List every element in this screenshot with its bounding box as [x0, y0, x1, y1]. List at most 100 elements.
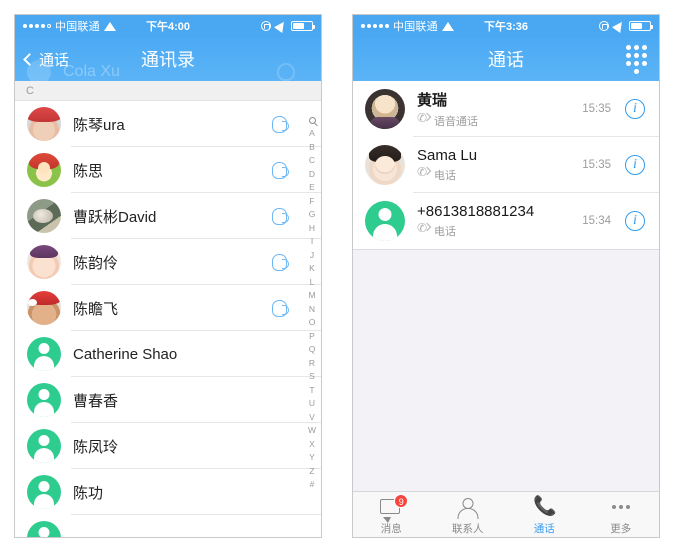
avatar: [27, 337, 61, 371]
alphabet-index-strip[interactable]: A B C D E F G H I J K L M N O P Q R S T: [305, 117, 319, 492]
index-letter[interactable]: N: [309, 303, 315, 317]
headset-icon[interactable]: [272, 207, 289, 225]
index-letter[interactable]: R: [309, 357, 315, 371]
nav-bar-contacts: Cola Xu 通话 通讯录: [15, 37, 321, 81]
status-bar-right-group: [599, 19, 653, 33]
index-letter[interactable]: D: [309, 168, 315, 182]
call-list[interactable]: 黄瑞 语音通话 15:35 i Sama Lu: [353, 81, 659, 250]
contact-row[interactable]: 陈功: [15, 469, 321, 515]
index-letter[interactable]: V: [309, 411, 315, 425]
status-bar-left: 中国联通 下午4:00: [15, 15, 321, 37]
nav-bar-calls: 通话: [353, 37, 659, 81]
tab-label: 消息: [380, 522, 402, 535]
search-icon[interactable]: [308, 117, 316, 124]
outgoing-call-icon: [417, 112, 429, 127]
call-time: 15:35: [582, 103, 611, 115]
battery-icon: [291, 21, 315, 31]
dialpad-icon[interactable]: [626, 44, 647, 74]
contacts-screen: 中国联通 下午4:00 Cola Xu 通话 通讯录 C 陈琴ura 陈思 曹跃…: [14, 14, 322, 538]
unread-badge: 9: [394, 493, 409, 508]
caller-name: 黄瑞: [417, 92, 448, 109]
call-row[interactable]: Sama Lu 电话 15:35 i: [353, 137, 659, 193]
index-letter[interactable]: T: [309, 384, 314, 398]
index-letter[interactable]: X: [309, 438, 315, 452]
tab-contacts[interactable]: 联系人: [430, 492, 507, 537]
wifi-icon: [441, 21, 454, 31]
wifi-icon: [103, 21, 116, 31]
index-letter[interactable]: U: [309, 397, 315, 411]
index-letter[interactable]: K: [309, 262, 315, 276]
status-bar-left-group: 中国联通: [361, 18, 454, 34]
avatar: [365, 145, 405, 185]
contact-row[interactable]: 陈韵伶: [15, 239, 321, 285]
call-time: 15:34: [582, 215, 611, 227]
info-icon[interactable]: i: [625, 211, 645, 231]
index-letter[interactable]: C: [309, 154, 315, 168]
headset-icon[interactable]: [272, 161, 289, 179]
contact-row[interactable]: Catherine Shao: [15, 331, 321, 377]
contact-row[interactable]: 曹跃彬David: [15, 193, 321, 239]
contact-row[interactable]: 曹春香: [15, 377, 321, 423]
page-title: 通讯录: [141, 50, 195, 70]
headset-icon[interactable]: [272, 115, 289, 133]
index-letter[interactable]: I: [311, 235, 313, 249]
index-letter[interactable]: O: [309, 316, 316, 330]
headset-icon[interactable]: [272, 299, 289, 317]
call-log-screen: 中国联通 下午3:36 通话 黄瑞 ✆ 语音通话 15:35 i Sama Lu…: [352, 14, 660, 538]
index-letter[interactable]: B: [309, 141, 315, 155]
message-icon: 9: [380, 493, 409, 518]
index-letter[interactable]: A: [309, 127, 315, 141]
index-letter[interactable]: F: [309, 195, 314, 209]
call-type-row: 电话: [417, 222, 534, 239]
avatar: [365, 201, 405, 241]
location-arrow-icon: [612, 19, 626, 33]
headset-icon[interactable]: [272, 253, 289, 271]
contacts-icon: [457, 496, 479, 518]
index-letter[interactable]: J: [310, 249, 314, 263]
contact-name: 曹春香: [73, 392, 119, 410]
carrier-label: 中国联通: [393, 21, 438, 33]
contact-row-partial[interactable]: [15, 515, 321, 537]
outgoing-call-icon: [417, 222, 429, 237]
contact-row[interactable]: 陈思: [15, 147, 321, 193]
rotation-lock-icon: [261, 21, 271, 31]
contact-row[interactable]: 陈凤玲: [15, 423, 321, 469]
call-row[interactable]: +8613818881234 电话 15:34 i: [353, 193, 659, 249]
rotation-lock-icon: [599, 21, 609, 31]
tab-calls[interactable]: 📞 通话: [506, 492, 583, 537]
info-icon[interactable]: i: [625, 99, 645, 119]
call-info: 黄瑞 语音通话: [417, 89, 478, 129]
status-bar-right: 中国联通 下午3:36: [353, 15, 659, 37]
contact-name: Catherine Shao: [73, 345, 178, 363]
contact-row[interactable]: 陈琴ura: [15, 101, 321, 147]
call-type-row: 电话: [417, 166, 477, 183]
index-letter[interactable]: W: [308, 424, 316, 438]
contact-name: 陈韵伶: [73, 254, 119, 272]
contacts-list-body[interactable]: C 陈琴ura 陈思 曹跃彬David 陈韵伶 陈瞻飞 Catherine Sh…: [15, 81, 321, 537]
index-letter[interactable]: #: [310, 478, 315, 492]
index-letter[interactable]: S: [309, 370, 315, 384]
avatar: [27, 475, 61, 509]
index-letter[interactable]: Z: [309, 465, 314, 479]
index-letter[interactable]: G: [309, 208, 316, 222]
call-row[interactable]: 黄瑞 语音通话 15:35 i: [353, 81, 659, 137]
call-type-label: 电话: [434, 170, 456, 182]
avatar: [27, 383, 61, 417]
tab-messages[interactable]: 9 消息: [353, 492, 430, 537]
index-letter[interactable]: E: [309, 181, 315, 195]
tab-more[interactable]: 更多: [583, 492, 660, 537]
more-icon: [610, 496, 632, 518]
contact-name: 陈瞻飞: [73, 300, 119, 318]
avatar: [27, 291, 61, 325]
index-letter[interactable]: P: [309, 330, 315, 344]
contact-row[interactable]: 陈瞻飞: [15, 285, 321, 331]
index-letter[interactable]: H: [309, 222, 315, 236]
index-letter[interactable]: Q: [309, 343, 316, 357]
info-icon[interactable]: i: [625, 155, 645, 175]
call-info: Sama Lu 电话: [417, 147, 477, 183]
index-letter[interactable]: L: [310, 276, 315, 290]
index-letter[interactable]: M: [308, 289, 315, 303]
location-arrow-icon: [274, 19, 288, 33]
index-letter[interactable]: Y: [309, 451, 315, 465]
avatar: [27, 153, 61, 187]
